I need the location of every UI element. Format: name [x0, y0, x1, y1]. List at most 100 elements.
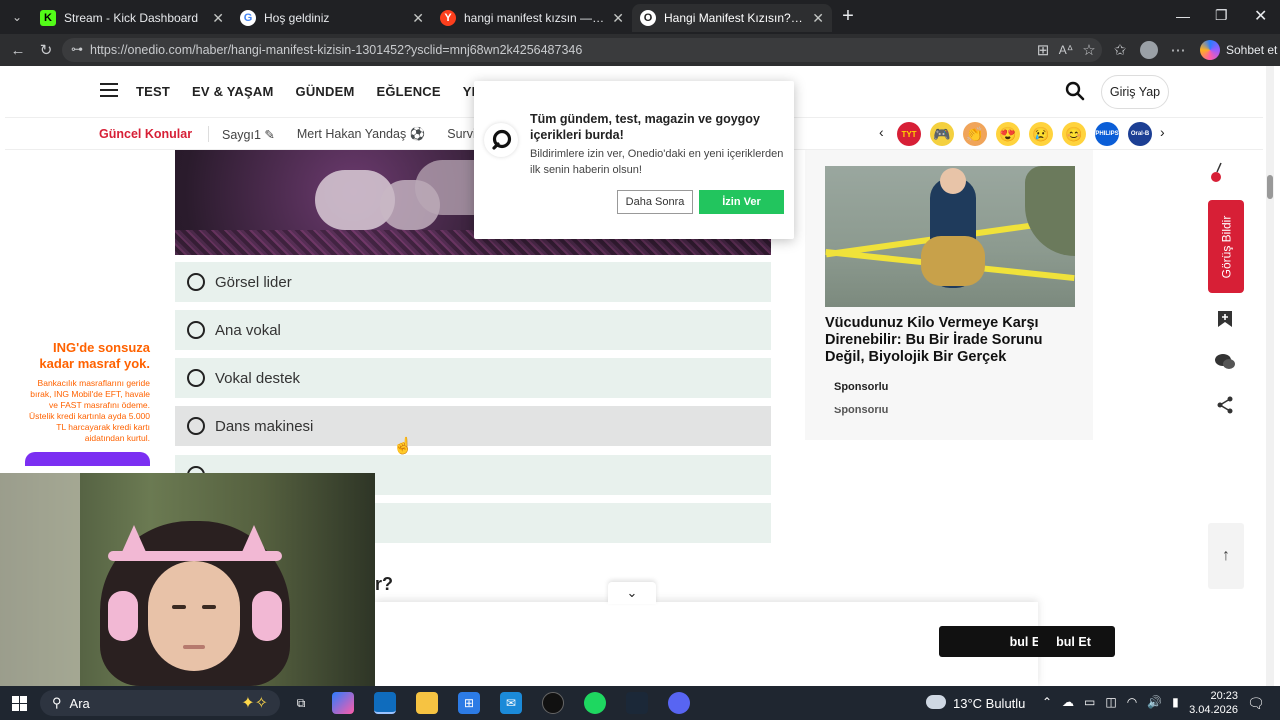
discord-icon[interactable] — [668, 692, 690, 714]
close-tab-icon[interactable]: ✕ — [612, 10, 624, 27]
nav-test[interactable]: TEST — [136, 84, 170, 99]
tray-onedrive-icon[interactable]: ☁ — [1062, 695, 1074, 709]
taskbar-search-box[interactable]: ⚲ Ara ✦✧ — [40, 690, 280, 716]
steam-icon[interactable] — [626, 692, 648, 714]
spotify-icon[interactable] — [584, 692, 606, 714]
close-window-icon[interactable]: ✕ — [1254, 6, 1267, 26]
radio-circle-icon[interactable] — [187, 273, 205, 291]
tab-onedio-active[interactable]: O Hangi Manifest Kızısın? - Onedio ✕ — [632, 4, 832, 32]
quiz-option-dans-makinesi[interactable]: Dans makinesi — [175, 406, 771, 446]
nav-ev-yasam[interactable]: EV & YAŞAM — [192, 84, 273, 99]
quiz-option-gorsel-lider[interactable]: Görsel lider — [175, 262, 771, 302]
weather-text[interactable]: 13°C Bulutlu — [953, 696, 1025, 711]
topic-mert-hakan-yandas[interactable]: Mert Hakan Yandaş ⚽ — [297, 127, 425, 142]
sidebar-sponsored-card[interactable]: Vücudunuz Kilo Vermeye Karşı Direnebilir… — [805, 150, 1093, 440]
tab-kick-dashboard[interactable]: K Stream - Kick Dashboard ✕ — [32, 4, 232, 32]
kick-favicon-icon: K — [40, 10, 56, 26]
reaction-smile-icon[interactable]: 😊 — [1062, 122, 1086, 146]
search-magnifier-icon: ⚲ — [52, 695, 62, 710]
cloud-weather-icon[interactable] — [926, 695, 946, 709]
clock-date: 3.04.2026 — [1189, 704, 1238, 716]
file-explorer-icon[interactable] — [416, 692, 438, 714]
tray-volume-icon[interactable]: 🔊 — [1147, 695, 1162, 709]
cherry-icon[interactable] — [1208, 162, 1224, 184]
obs-icon[interactable] — [542, 692, 564, 714]
ad-cta-button[interactable] — [25, 452, 150, 466]
site-info-icon[interactable]: ⊶ — [71, 42, 83, 56]
tab-list-chevron-icon[interactable]: ⌄ — [8, 8, 26, 26]
favorites-list-icon[interactable]: ✩ — [1108, 38, 1132, 62]
edge-browser-icon[interactable] — [374, 692, 396, 714]
microsoft-store-icon[interactable]: ⊞ — [458, 692, 480, 714]
reload-icon[interactable]: ↻ — [34, 38, 58, 62]
radio-circle-icon[interactable] — [187, 417, 205, 435]
mail-icon[interactable]: ✉ — [500, 692, 522, 714]
ing-ad-banner[interactable]: ING'de sonsuza kadar masraf yok. Bankacı… — [25, 340, 150, 466]
collapse-chevron-down-icon[interactable]: ⌄ — [608, 582, 656, 604]
read-aloud-icon[interactable]: Aᐞ — [1054, 38, 1078, 62]
nav-gundem[interactable]: GÜNDEM — [296, 84, 355, 99]
tray-chevron-up-icon[interactable]: ⌃ — [1042, 695, 1052, 709]
close-tab-icon[interactable]: ✕ — [812, 10, 824, 27]
close-tab-icon[interactable]: ✕ — [412, 10, 424, 27]
tray-battery-icon[interactable]: ▭ — [1084, 695, 1095, 709]
copilot-chat-label[interactable]: Sohbet et — [1226, 43, 1277, 57]
bookmark-add-icon[interactable] — [1217, 310, 1233, 328]
windows-start-icon[interactable] — [12, 696, 27, 711]
tray-network-icon[interactable]: ◫ — [1105, 695, 1116, 709]
copilot-icon[interactable] — [1200, 40, 1220, 60]
tab-yandex-search[interactable]: Y hangi manifest kızsın — Yandex: 1 ✕ — [432, 4, 632, 32]
page-scrollbar[interactable] — [1266, 66, 1274, 686]
more-menu-icon[interactable]: ⋯ — [1166, 38, 1190, 62]
copilot-taskbar-icon[interactable] — [332, 692, 354, 714]
back-arrow-icon[interactable]: ← — [6, 38, 30, 62]
tray-power-icon[interactable]: ▮ — [1172, 695, 1179, 709]
scrollbar-thumb[interactable] — [1267, 175, 1273, 199]
share-icon[interactable] — [1216, 396, 1234, 414]
cookie-accept-button-visible[interactable]: bul Et — [1038, 626, 1109, 657]
emoji-next-chevron-icon[interactable]: › — [1160, 124, 1165, 140]
emoji-prev-chevron-icon[interactable]: ‹ — [879, 124, 884, 140]
current-topics-label: Güncel Konular — [99, 127, 193, 141]
hamburger-menu-icon[interactable] — [100, 83, 118, 97]
nav-eglence[interactable]: EĞLENCE — [377, 84, 441, 99]
address-bar[interactable]: ⊶ https://onedio.com/haber/hangi-manifes… — [62, 38, 1102, 62]
quiz-option-ana-vokal[interactable]: Ana vokal — [175, 310, 771, 350]
brand-philips-icon[interactable]: PHILIPS — [1095, 122, 1119, 146]
tray-wifi-icon[interactable]: ◠ — [1127, 695, 1137, 709]
reaction-game-icon[interactable]: 🎮 — [930, 122, 954, 146]
person-face — [148, 561, 240, 671]
brand-oralb-icon[interactable]: Oral-B — [1128, 122, 1152, 146]
notification-allow-button[interactable]: İzin Ver — [699, 190, 784, 214]
reaction-love-icon[interactable]: 😍 — [996, 122, 1020, 146]
login-button[interactable]: Giriş Yap — [1101, 75, 1169, 109]
tab-title: Hoş geldiniz — [264, 11, 330, 25]
app-available-icon[interactable]: ⊞ — [1031, 38, 1055, 62]
favorite-star-icon[interactable]: ☆ — [1077, 38, 1101, 62]
new-tab-plus-icon[interactable]: + — [838, 6, 858, 26]
notification-later-button[interactable]: Daha Sonra — [617, 190, 693, 214]
reaction-sad-icon[interactable]: 😢 — [1029, 122, 1053, 146]
clock[interactable]: 20:23 3.04.2026 — [1188, 689, 1238, 717]
maximize-window-icon[interactable]: ❐ — [1215, 7, 1228, 24]
tab-hos-geldiniz[interactable]: G Hoş geldiniz ✕ — [232, 4, 432, 32]
scroll-to-top-arrow-icon[interactable]: ↑ — [1208, 523, 1244, 589]
reaction-clap-icon[interactable]: 👏 — [963, 122, 987, 146]
notifications-icon[interactable]: 🗨 — [1247, 695, 1265, 712]
notification-permission-popup: Tüm gündem, test, magazin ve goygoy içer… — [474, 81, 794, 239]
radio-circle-icon[interactable] — [187, 321, 205, 339]
profile-avatar-icon[interactable] — [1140, 41, 1158, 59]
quiz-option-vokal-destek[interactable]: Vokal destek — [175, 358, 771, 398]
radio-circle-icon[interactable] — [187, 369, 205, 387]
hand-cursor-icon: ☝ — [393, 438, 413, 455]
task-view-icon[interactable]: ⧉ — [290, 692, 312, 714]
topic-saygi1[interactable]: Saygı1 ✎ — [222, 127, 275, 142]
feedback-button[interactable]: Görüş Bildir — [1208, 200, 1244, 293]
sponsored-label-ghost: Sponsorlu — [834, 407, 889, 416]
sponsored-title[interactable]: Vücudunuz Kilo Vermeye Karşı Direnebilir… — [825, 315, 1075, 366]
reaction-tyt-icon[interactable]: TYT — [897, 122, 921, 146]
close-tab-icon[interactable]: ✕ — [212, 10, 224, 27]
minimize-window-icon[interactable]: — — [1176, 8, 1190, 24]
comments-icon[interactable] — [1214, 352, 1236, 372]
search-icon[interactable] — [1065, 81, 1085, 101]
